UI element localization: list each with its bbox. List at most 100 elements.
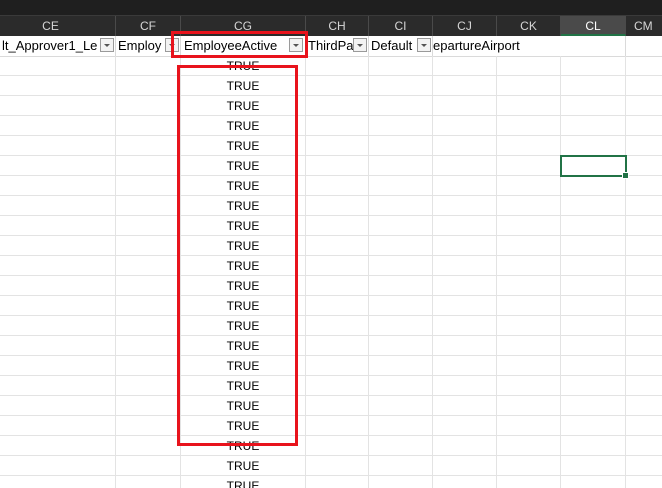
grid-cell[interactable] — [116, 76, 181, 96]
filter-dropdown-icon[interactable] — [417, 38, 431, 52]
grid-cell[interactable] — [497, 336, 561, 356]
grid-cell[interactable] — [497, 356, 561, 376]
grid-cell[interactable] — [0, 376, 116, 396]
grid-cell[interactable] — [433, 96, 497, 116]
grid-cell[interactable] — [369, 456, 433, 476]
grid-cell[interactable] — [497, 76, 561, 96]
header-cell-ce[interactable]: lt_Approver1_Le — [0, 36, 116, 56]
grid-cell[interactable] — [0, 476, 116, 488]
cell-employee-active[interactable]: TRUE — [181, 256, 306, 276]
cell-employee-active[interactable]: TRUE — [181, 236, 306, 256]
cell-employee-active[interactable]: TRUE — [181, 436, 306, 456]
grid-cell[interactable] — [433, 356, 497, 376]
cell-employee-active[interactable]: TRUE — [181, 316, 306, 336]
grid-cell[interactable] — [626, 396, 662, 416]
grid-cell[interactable] — [116, 276, 181, 296]
grid-cell[interactable] — [306, 336, 369, 356]
grid-cell[interactable] — [561, 396, 626, 416]
grid-cell[interactable] — [306, 376, 369, 396]
cell-employee-active[interactable]: TRUE — [181, 296, 306, 316]
grid-cell[interactable] — [0, 76, 116, 96]
grid-cell[interactable] — [116, 116, 181, 136]
grid-cell[interactable] — [306, 456, 369, 476]
column-header-ci[interactable]: CI — [369, 16, 433, 36]
header-cell-cj[interactable]: epartureAirport — [433, 36, 561, 56]
grid-cell[interactable] — [369, 236, 433, 256]
cell-employee-active[interactable]: TRUE — [181, 76, 306, 96]
grid-cell[interactable] — [626, 296, 662, 316]
grid-cell[interactable] — [497, 216, 561, 236]
grid-cell[interactable] — [369, 296, 433, 316]
cell-employee-active[interactable]: TRUE — [181, 56, 306, 76]
grid-cell[interactable] — [306, 176, 369, 196]
grid-cell[interactable] — [433, 116, 497, 136]
grid-cell[interactable] — [433, 296, 497, 316]
grid-cell[interactable] — [497, 376, 561, 396]
cell-employee-active[interactable]: TRUE — [181, 216, 306, 236]
grid-cell[interactable] — [626, 456, 662, 476]
grid-cell[interactable] — [497, 296, 561, 316]
grid-cell[interactable] — [116, 296, 181, 316]
grid-cell[interactable] — [433, 336, 497, 356]
grid-cell[interactable] — [626, 136, 662, 156]
grid-cell[interactable] — [626, 416, 662, 436]
grid-cell[interactable] — [561, 236, 626, 256]
grid-cell[interactable] — [497, 256, 561, 276]
grid-cell[interactable] — [306, 56, 369, 76]
grid-cell[interactable] — [369, 96, 433, 116]
grid-cell[interactable] — [0, 276, 116, 296]
column-header-ck[interactable]: CK — [497, 16, 561, 36]
grid-cell[interactable] — [561, 476, 626, 488]
grid-cell[interactable] — [306, 136, 369, 156]
column-header-cl[interactable]: CL — [561, 16, 626, 36]
grid-cell[interactable] — [0, 176, 116, 196]
grid-cell[interactable] — [497, 176, 561, 196]
grid-cell[interactable] — [0, 396, 116, 416]
grid-cell[interactable] — [369, 56, 433, 76]
grid-cell[interactable] — [497, 276, 561, 296]
filter-dropdown-icon[interactable] — [100, 38, 114, 52]
grid-cell[interactable] — [626, 176, 662, 196]
grid-cell[interactable] — [433, 256, 497, 276]
grid-cell[interactable] — [116, 236, 181, 256]
grid-cell[interactable] — [116, 416, 181, 436]
grid-cell[interactable] — [561, 316, 626, 336]
cell-employee-active[interactable]: TRUE — [181, 196, 306, 216]
grid-cell[interactable] — [369, 336, 433, 356]
grid-cell[interactable] — [116, 136, 181, 156]
grid-cell[interactable] — [433, 416, 497, 436]
cell-employee-active[interactable]: TRUE — [181, 116, 306, 136]
cell-employee-active[interactable]: TRUE — [181, 136, 306, 156]
grid-cell[interactable] — [561, 356, 626, 376]
grid-cell[interactable] — [561, 116, 626, 136]
grid-cell[interactable] — [369, 476, 433, 488]
grid-cell[interactable] — [0, 196, 116, 216]
grid-cell[interactable] — [626, 156, 662, 176]
grid-cell[interactable] — [433, 396, 497, 416]
grid-cell[interactable] — [0, 216, 116, 236]
grid-cell[interactable] — [116, 456, 181, 476]
column-header-ch[interactable]: CH — [306, 16, 369, 36]
grid-cell[interactable] — [626, 96, 662, 116]
grid-cell[interactable] — [0, 256, 116, 276]
grid-cell[interactable] — [306, 356, 369, 376]
grid-cell[interactable] — [497, 476, 561, 488]
grid-cell[interactable] — [116, 176, 181, 196]
grid-cell[interactable] — [626, 376, 662, 396]
sheet-grid[interactable]: TRUE TRUE TRUE TRUE TRUE TRUE TRUE TRUE TRUE TRUE… — [0, 56, 662, 488]
grid-cell[interactable] — [369, 396, 433, 416]
grid-cell[interactable] — [369, 376, 433, 396]
grid-cell[interactable] — [497, 436, 561, 456]
grid-cell[interactable] — [369, 156, 433, 176]
grid-cell[interactable] — [116, 376, 181, 396]
column-header-cg[interactable]: CG — [181, 16, 306, 36]
grid-cell[interactable] — [369, 76, 433, 96]
column-header-cj[interactable]: CJ — [433, 16, 497, 36]
cell-employee-active[interactable]: TRUE — [181, 476, 306, 488]
grid-cell[interactable] — [306, 276, 369, 296]
cell-employee-active[interactable]: TRUE — [181, 176, 306, 196]
grid-cell[interactable] — [433, 76, 497, 96]
grid-cell[interactable] — [306, 296, 369, 316]
cell-employee-active[interactable]: TRUE — [181, 156, 306, 176]
grid-cell[interactable] — [626, 76, 662, 96]
